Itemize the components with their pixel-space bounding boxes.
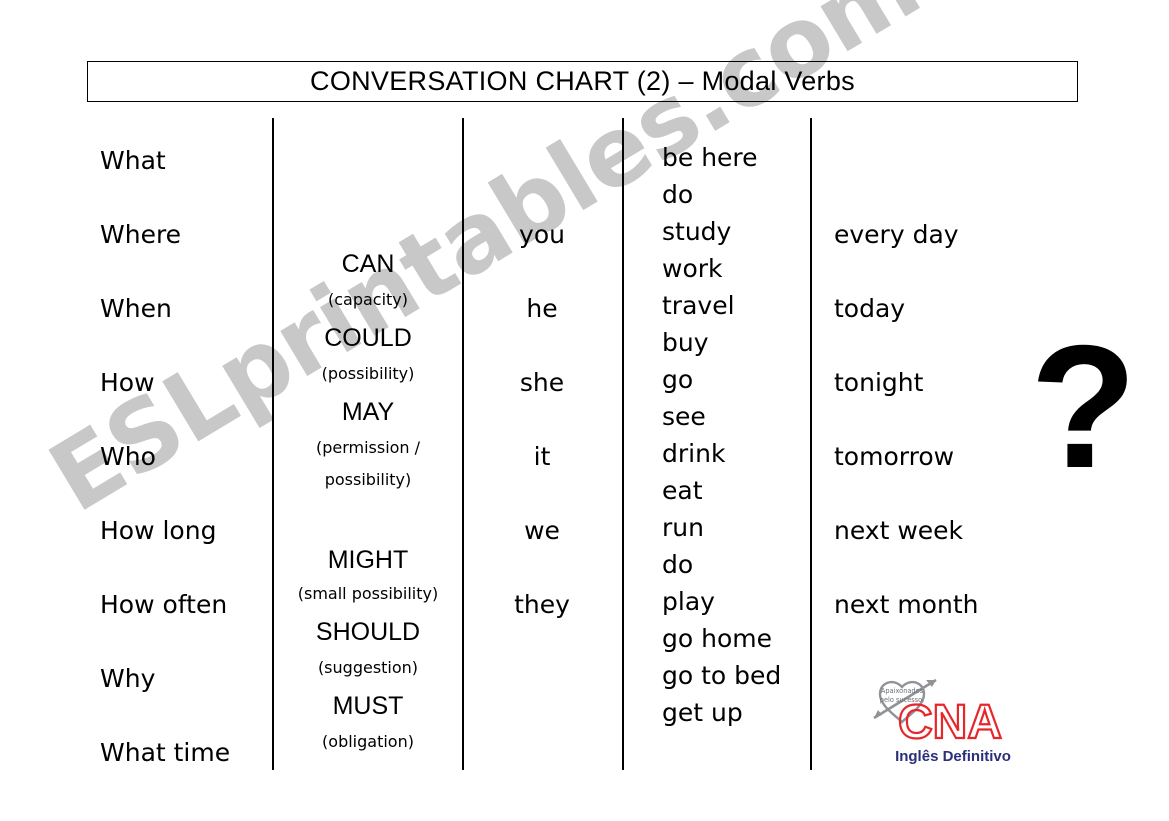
verb-12: play [662,587,715,616]
question-word-1: Where [100,220,182,249]
verb-2: study [662,217,732,246]
modal-note-0: (capacity) [327,290,409,309]
question-word-0: What [100,146,166,175]
verb-0: be here [662,143,758,172]
chart-title-box: CONVERSATION CHART (2) – Modal Verbs [87,61,1078,102]
question-word-4: Who [100,442,156,471]
question-word-8: What time [100,738,231,767]
pronoun-0: you [519,220,565,249]
verb-10: run [662,513,704,542]
logo-brand: CNA [898,696,1002,749]
modal-note-3: (small possibility) [297,584,439,603]
verb-15: get up [662,698,743,727]
verb-6: go [662,365,694,394]
verb-4: travel [662,291,735,320]
page-title: CONVERSATION CHART (2) – Modal Verbs [310,66,855,96]
modal-note-5: (obligation) [322,732,414,751]
pronoun-4: we [524,516,560,545]
logo-tagline: Inglês Definitivo [895,748,1011,765]
modal-note-2: (permission / [315,438,421,457]
modal-verb-5: MUST [332,692,404,720]
modal-verb-4: SHOULD [315,618,421,646]
question-word-3: How [100,368,155,397]
verb-14: go to bed [662,661,782,690]
verb-3: work [662,254,723,283]
question-mark-glyph: ? [1030,310,1137,505]
worksheet-page: ESLprintables.com CONVERSATION CHART (2)… [0,0,1169,821]
column-divider-4 [810,118,812,770]
time-expression-2: tonight [834,368,924,397]
time-expression-3: tomorrow [834,442,955,471]
verb-8: drink [662,439,726,468]
pronoun-1: he [526,294,558,323]
verb-7: see [662,402,706,431]
verb-9: eat [662,476,703,505]
modal-verb-1: COULD [324,324,412,352]
time-expression-1: today [834,294,906,323]
verb-1: do [662,180,694,209]
verb-11: do [662,550,694,579]
question-word-5: How long [100,516,217,545]
column-divider-3 [622,118,624,770]
time-expression-4: next week [834,516,964,545]
pronoun-3: it [533,442,551,471]
pronoun-5: they [514,590,570,619]
cna-logo: Apaixonados pelo sucesso. CNA Inglês Def… [858,666,1043,766]
question-word-6: How often [100,590,228,619]
question-word-7: Why [100,664,156,693]
time-expression-5: next month [834,590,979,619]
modal-verb-2: MAY [341,398,395,426]
modal-verb-3: MIGHT [327,546,409,574]
pronoun-2: she [519,368,565,397]
modal-verb-0: CAN [341,250,395,278]
question-word-2: When [100,294,172,323]
verb-5: buy [662,328,709,357]
modal-note-4: (suggestion) [317,658,419,677]
modal-note-2-b: possibility) [324,470,412,489]
logo-heart-line1: Apaixonados [881,687,924,695]
time-expression-0: every day [834,220,959,249]
modal-note-1: (possibility) [321,364,415,383]
verb-13: go home [662,624,772,653]
